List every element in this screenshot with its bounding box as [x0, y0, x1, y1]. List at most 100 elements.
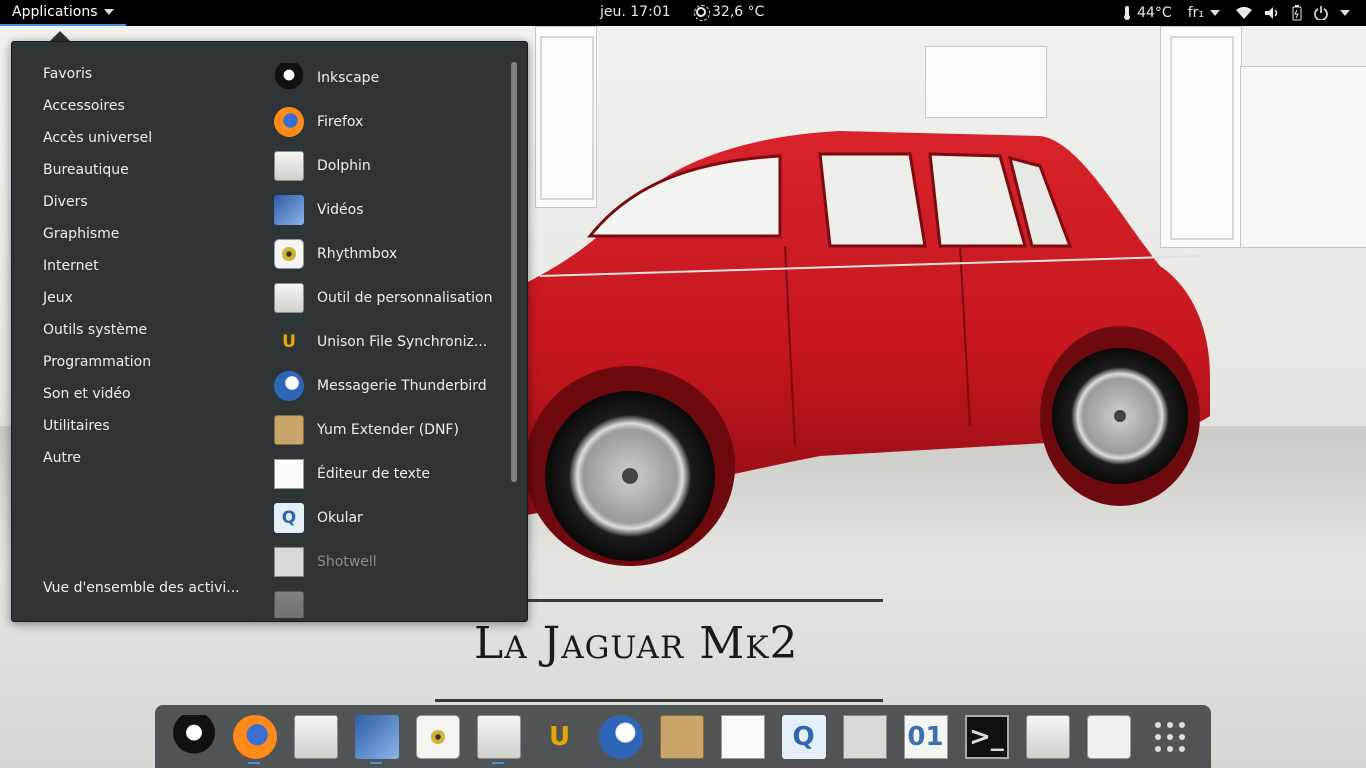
firefox-icon — [232, 714, 277, 759]
app-label: Firefox — [317, 114, 364, 130]
app-label: Rhythmbox — [317, 246, 398, 262]
videos-icon — [274, 195, 304, 225]
app-label: Okular — [317, 510, 363, 526]
category-utilitaires[interactable]: Utilitaires — [43, 414, 263, 446]
running-indicator — [370, 761, 382, 764]
applications-label: Applications — [12, 4, 98, 20]
app-item-yum-extender[interactable]: Yum Extender (DNF) — [274, 408, 504, 452]
activities-overview-link[interactable]: Vue d'ensemble des activi... — [43, 580, 240, 596]
jaguar-car-image — [520, 131, 1210, 566]
top-bar: Applications jeu. 17:01 32,6 °C 44°C fr₁ — [0, 0, 1366, 26]
applications-menu-button[interactable]: Applications — [0, 0, 126, 26]
category-graphisme[interactable]: Graphisme — [43, 222, 263, 254]
videos-icon — [354, 714, 399, 759]
terminal-icon: >_ — [964, 714, 1009, 759]
okular-icon: Q — [274, 503, 304, 533]
dock-item-file-manager[interactable] — [287, 709, 344, 765]
app-item-thunderbird[interactable]: Messagerie Thunderbird — [274, 364, 504, 408]
app-item-videos[interactable]: Vidéos — [274, 188, 504, 232]
category-accessoires[interactable]: Accessoires — [43, 94, 263, 126]
file-manager-icon — [293, 714, 338, 759]
app-label: Dolphin — [317, 158, 371, 174]
dock-item-firefox[interactable] — [226, 709, 283, 765]
dock-item-unison[interactable]: U — [531, 709, 588, 765]
dock-item-text-editor[interactable] — [714, 709, 771, 765]
clock[interactable]: jeu. 17:01 — [600, 4, 671, 20]
dock-item-shotwell[interactable] — [836, 709, 893, 765]
text-editor-icon — [720, 714, 765, 759]
category-list: Favoris Accessoires Accès universel Bure… — [43, 62, 263, 478]
inkscape-icon — [171, 714, 216, 759]
hex-editor-icon: 01 — [903, 714, 948, 759]
inkscape-icon — [274, 63, 304, 93]
weather-sun-icon — [694, 5, 710, 21]
dock: U Q 01 >_ — [155, 705, 1211, 768]
dock-item-terminal[interactable]: >_ — [958, 709, 1015, 765]
category-acces-universel[interactable]: Accès universel — [43, 126, 263, 158]
show-applications-button[interactable] — [1141, 709, 1198, 765]
applications-menu: Favoris Accessoires Accès universel Bure… — [11, 41, 528, 622]
category-jeux[interactable]: Jeux — [43, 286, 263, 318]
thermometer-icon — [1124, 6, 1131, 20]
dock-item-thunderbird[interactable] — [592, 709, 649, 765]
dock-item-yum-extender[interactable] — [653, 709, 710, 765]
partial-app-icon — [274, 591, 304, 618]
dock-item-hex-editor[interactable]: 01 — [897, 709, 954, 765]
wallpaper-headline: La Jaguar Mk2 — [474, 618, 799, 669]
headline-rule-top — [525, 599, 883, 602]
dock-item-videos[interactable] — [348, 709, 405, 765]
app-list: Inkscape Firefox Dolphin Vidéos Rhythmbo… — [274, 56, 504, 618]
app-item-unison[interactable]: U Unison File Synchroniz... — [274, 320, 504, 364]
category-divers[interactable]: Divers — [43, 190, 263, 222]
running-indicator — [248, 761, 260, 764]
menu-scrollbar[interactable] — [511, 62, 517, 482]
app-label: Vidéos — [317, 202, 364, 218]
app-label: Yum Extender (DNF) — [317, 422, 459, 438]
app-label: Unison File Synchroniz... — [317, 334, 488, 350]
status-menu[interactable] — [1236, 5, 1350, 21]
keyboard-layout-indicator[interactable]: fr₁ — [1188, 5, 1220, 21]
software-center-icon — [1086, 714, 1131, 759]
app-item-dolphin[interactable]: Dolphin — [274, 144, 504, 188]
app-item-shotwell[interactable]: Shotwell — [274, 540, 504, 584]
app-item-rhythmbox[interactable]: Rhythmbox — [274, 232, 504, 276]
dock-item-okular[interactable]: Q — [775, 709, 832, 765]
running-indicator — [492, 761, 504, 764]
tweak-tool-icon — [476, 714, 521, 759]
weather-indicator[interactable]: 32,6 °C — [694, 4, 764, 21]
category-internet[interactable]: Internet — [43, 254, 263, 286]
shotwell-icon — [842, 714, 887, 759]
app-item-tweak-tool[interactable]: Outil de personnalisation — [274, 276, 504, 320]
chevron-down-icon — [103, 9, 114, 15]
category-programmation[interactable]: Programmation — [43, 350, 263, 382]
cpu-temperature: 44°C — [1137, 5, 1172, 21]
shotwell-icon — [274, 547, 304, 577]
dock-item-inkscape[interactable] — [165, 709, 222, 765]
chevron-down-icon — [1210, 10, 1220, 16]
headline-rule-bottom — [435, 699, 883, 702]
category-favoris[interactable]: Favoris — [43, 62, 263, 94]
app-label: Shotwell — [317, 554, 377, 570]
chevron-down-icon — [1340, 10, 1350, 16]
system-tray: 44°C fr₁ — [1123, 0, 1366, 26]
category-son-et-video[interactable]: Son et vidéo — [43, 382, 263, 414]
app-item-firefox[interactable]: Firefox — [274, 100, 504, 144]
app-item-text-editor[interactable]: Éditeur de texte — [274, 452, 504, 496]
dock-item-file-cabinet[interactable] — [1019, 709, 1076, 765]
show-apps-icon — [1154, 721, 1185, 752]
unison-icon: U — [548, 721, 571, 752]
rhythmbox-icon — [274, 239, 304, 269]
dock-item-tweak-tool[interactable] — [470, 709, 527, 765]
category-outils-systeme[interactable]: Outils système — [43, 318, 263, 350]
app-item-okular[interactable]: Q Okular — [274, 496, 504, 540]
category-bureautique[interactable]: Bureautique — [43, 158, 263, 190]
thunderbird-icon — [274, 371, 304, 401]
cpu-temperature-indicator[interactable]: 44°C — [1123, 5, 1172, 21]
dock-item-rhythmbox[interactable] — [409, 709, 466, 765]
app-item-inkscape[interactable]: Inkscape — [274, 56, 504, 100]
rhythmbox-icon — [415, 714, 460, 759]
dock-item-software-center[interactable] — [1080, 709, 1137, 765]
keyboard-layout-label: fr₁ — [1187, 5, 1204, 21]
category-autre[interactable]: Autre — [43, 446, 263, 478]
firefox-icon — [274, 107, 304, 137]
